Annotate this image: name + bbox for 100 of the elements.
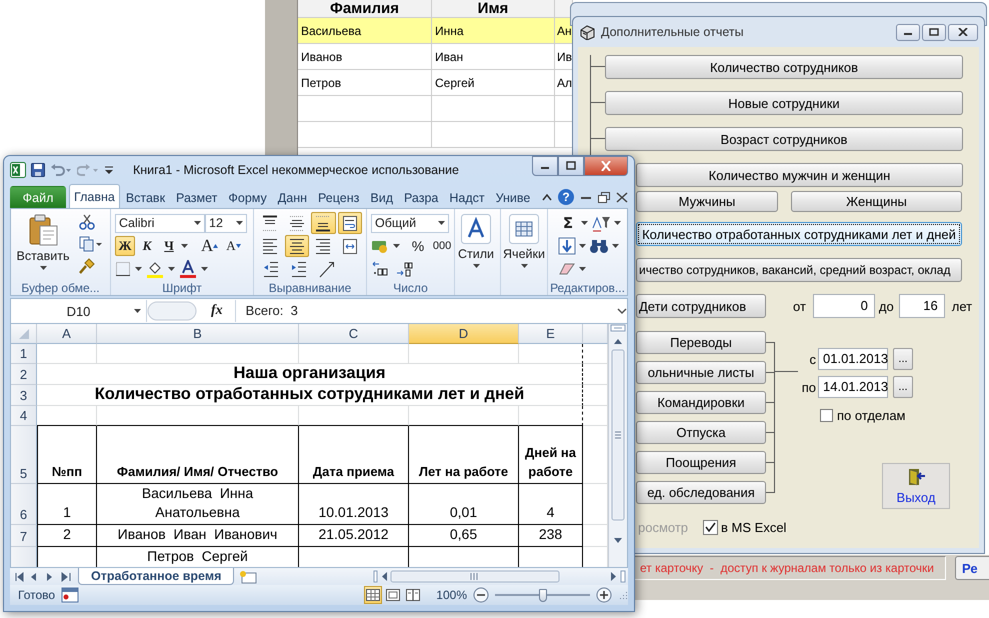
column-header[interactable]: A [37, 324, 97, 344]
row-header[interactable]: 1 [11, 344, 37, 364]
font-name-dropdown[interactable]: Calibri [115, 214, 205, 232]
collapse-ribbon-icon[interactable] [542, 194, 552, 200]
borders-icon[interactable] [115, 261, 131, 277]
ribbon-tab[interactable]: Данн [272, 186, 312, 208]
styles-button[interactable]: Стили [457, 212, 495, 280]
maximize-button[interactable] [922, 24, 946, 40]
fill-down-icon[interactable] [558, 237, 576, 255]
thousands-button[interactable]: 000 [432, 236, 452, 256]
name-box[interactable]: D10 [66, 304, 90, 318]
row-header[interactable]: 3 [11, 385, 37, 406]
undo-icon[interactable] [50, 163, 72, 177]
dropdown-caret-icon[interactable] [520, 264, 528, 268]
report-button[interactable]: Количество сотрудников [605, 55, 963, 79]
dropdown-caret-icon[interactable] [579, 267, 586, 271]
dropdown-caret-icon[interactable] [168, 267, 175, 271]
journal-button[interactable]: Поощрения [636, 451, 766, 474]
journal-button[interactable]: Переводы [636, 331, 766, 354]
dropdown-caret-icon[interactable] [579, 244, 586, 248]
checkbox[interactable] [703, 520, 718, 534]
percent-button[interactable]: % [408, 236, 428, 256]
journal-button[interactable]: Командировки [636, 391, 766, 414]
table-cell[interactable]: Ан [555, 18, 573, 44]
side-button[interactable]: Ре [955, 556, 989, 580]
dropdown-caret-icon[interactable] [135, 267, 142, 271]
table-cell[interactable]: Иванов [298, 44, 432, 70]
cut-scissors-icon[interactable] [79, 214, 95, 230]
align-center-button[interactable] [284, 235, 309, 257]
column-header[interactable]: B [97, 324, 299, 344]
view-layout-button[interactable] [384, 586, 402, 604]
ribbon-tab[interactable]: Разра [399, 186, 444, 208]
column-header[interactable]: C [299, 324, 409, 344]
gender-button[interactable]: Мужчины [636, 191, 778, 212]
font-size-dropdown[interactable]: 12 [205, 214, 247, 232]
dropdown-caret-icon[interactable] [236, 221, 243, 225]
row-header[interactable]: 7 [11, 525, 37, 547]
report-button[interactable]: ичество сотрудников, вакансий, средний возраст, оклад [636, 258, 962, 282]
table-cell[interactable]: Васильева [298, 18, 432, 44]
journal-button[interactable]: Отпуска [636, 421, 766, 444]
dropdown-caret-icon[interactable] [201, 267, 208, 271]
report-button[interactable]: Количество отработанных сотрудниками лет и дней [636, 222, 962, 246]
date-field[interactable]: 01.01.2013 [818, 348, 888, 370]
zoom-slider-thumb[interactable] [538, 588, 546, 602]
date-picker-button[interactable]: ... [893, 348, 913, 370]
italic-button[interactable]: К [137, 236, 157, 256]
find-binoculars-icon[interactable] [589, 238, 609, 254]
fill-color-icon[interactable] [146, 260, 164, 278]
number-format-dropdown[interactable]: Общий [371, 214, 449, 232]
increase-decimal-icon[interactable] [371, 261, 389, 277]
insert-function-button[interactable]: fx [211, 303, 223, 319]
underline-button[interactable]: Ч [159, 236, 179, 256]
grow-button[interactable]: A [198, 236, 222, 256]
view-normal-button[interactable] [364, 586, 382, 604]
age-from-field[interactable]: 0 [812, 294, 875, 318]
column-header[interactable]: D [409, 324, 519, 344]
font-color-icon[interactable] [179, 260, 197, 278]
checkbox[interactable] [820, 409, 833, 422]
new-sheet-icon[interactable] [238, 570, 258, 584]
excel-logo-icon[interactable] [10, 162, 26, 178]
dropdown-caret-icon[interactable] [472, 264, 480, 268]
ribbon-tab[interactable]: Надст [444, 186, 490, 208]
table-cell[interactable]: Сергей [432, 70, 555, 96]
horizontal-scrollbar[interactable] [373, 569, 628, 584]
minimize-button[interactable] [896, 24, 920, 40]
shrink-button[interactable]: A [223, 236, 244, 256]
ribbon-tab[interactable]: Вставк [120, 186, 170, 208]
save-icon[interactable] [31, 163, 45, 177]
maximize-button[interactable] [558, 156, 584, 176]
table-cell[interactable]: Иван [432, 44, 555, 70]
restore-icon[interactable] [598, 192, 610, 202]
dropdown-caret-icon[interactable] [181, 244, 188, 248]
close-icon[interactable] [616, 192, 628, 202]
paste-button[interactable]: Вставить [15, 212, 71, 280]
align-bottom-button[interactable] [311, 212, 336, 234]
ribbon-tab[interactable]: Вид [365, 186, 398, 208]
sheet-tab[interactable]: Отработанное время [78, 568, 234, 585]
align-wrap-button[interactable] [338, 212, 362, 234]
date-field[interactable]: 14.01.2013 [818, 376, 888, 398]
column-header[interactable]: E [519, 324, 583, 344]
dropdown-caret-icon[interactable] [614, 221, 621, 225]
dropdown-caret-icon[interactable] [581, 221, 588, 225]
dropdown-caret-icon[interactable] [393, 244, 400, 248]
age-to-field[interactable]: 16 [898, 294, 945, 318]
journal-button[interactable]: ольничные листы [636, 361, 766, 384]
exit-button[interactable]: Выход [882, 463, 950, 509]
dropdown-caret-icon[interactable] [438, 221, 445, 225]
ribbon-tab[interactable]: Главна [69, 184, 120, 208]
bold-button[interactable]: Ж [115, 236, 135, 256]
ribbon-tab[interactable]: Реценз [313, 186, 364, 208]
ribbon-tab[interactable]: Форму [223, 186, 272, 208]
zoom-out-icon[interactable] [473, 587, 489, 603]
report-button[interactable]: Возраст сотрудников [605, 127, 963, 151]
copy-icon[interactable] [79, 236, 103, 252]
row-header[interactable]: 6 [11, 484, 37, 525]
expand-formula-icon[interactable] [617, 307, 627, 315]
dropdown-caret-icon[interactable] [40, 266, 46, 270]
format-painter-icon[interactable] [79, 258, 95, 274]
close-button[interactable] [948, 24, 978, 40]
cells-button[interactable]: Ячейки [503, 212, 545, 280]
